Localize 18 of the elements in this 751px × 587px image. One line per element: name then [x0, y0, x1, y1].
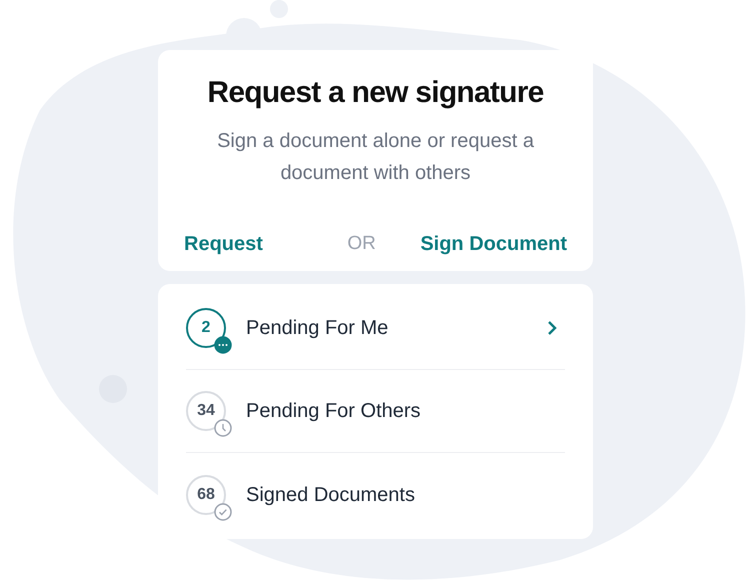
count-text: 34: [197, 401, 215, 421]
document-list-item[interactable]: 34 Pending For Others: [186, 370, 565, 453]
document-list-item[interactable]: 68 Signed Documents: [186, 453, 565, 536]
clock-icon: [214, 419, 232, 437]
request-link[interactable]: Request: [184, 229, 263, 259]
or-separator: OR: [347, 232, 376, 256]
count-text: 2: [202, 318, 210, 338]
count-text: 68: [197, 484, 215, 504]
item-label: Pending For Me: [246, 316, 390, 341]
card-title: Request a new signature: [207, 75, 544, 111]
check-icon: [214, 502, 232, 520]
chevron-right-icon: [547, 320, 557, 336]
item-label: Signed Documents: [246, 482, 416, 508]
chat-icon: [214, 336, 232, 354]
sign-document-link[interactable]: Sign Document: [420, 229, 567, 259]
document-list-item[interactable]: 2 Pending For Me: [186, 287, 565, 370]
item-label: Pending For Others: [246, 399, 422, 424]
card-subtitle: Sign a document alone or request a document with others: [216, 129, 535, 186]
